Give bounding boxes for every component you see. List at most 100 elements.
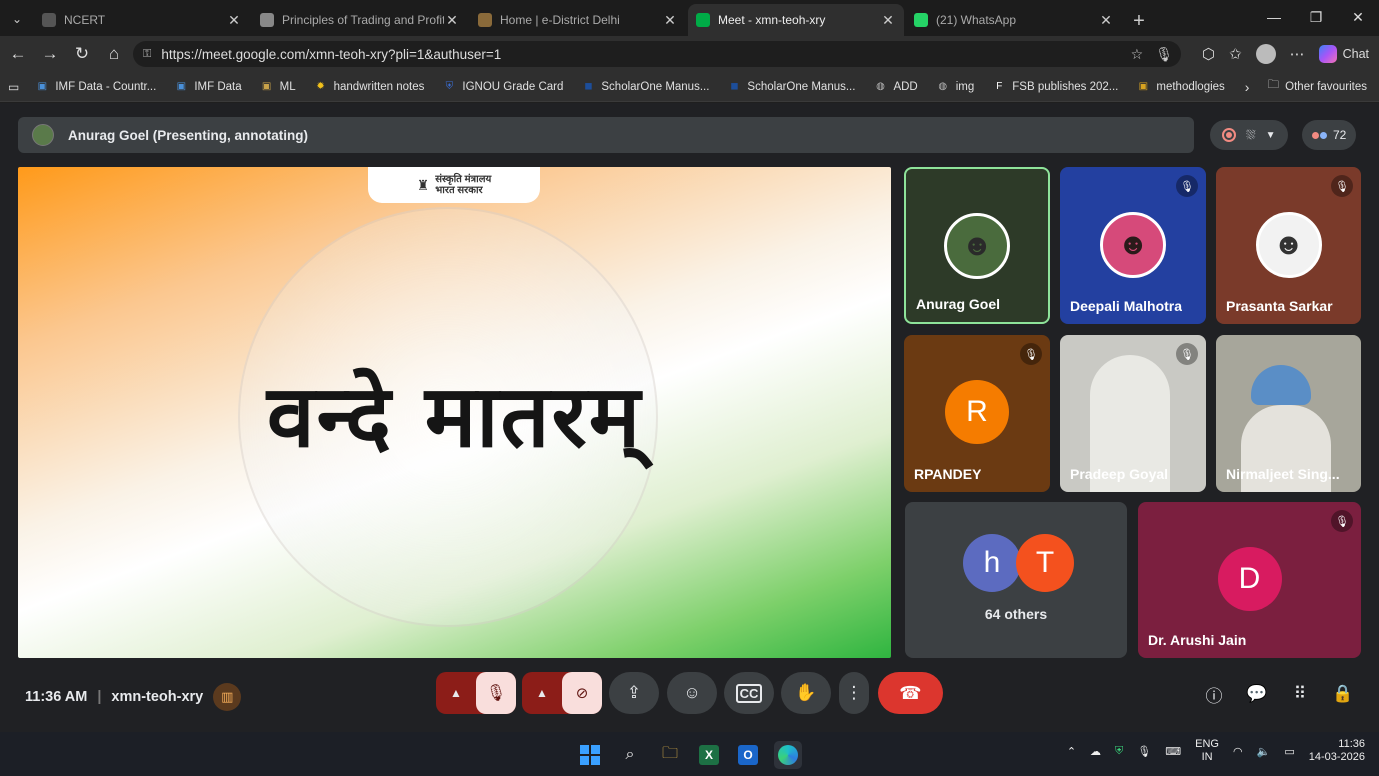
no-captions-icon[interactable]: ⛆: [1246, 128, 1256, 143]
microphone-icon[interactable]: 🎙: [1137, 745, 1151, 758]
close-tab-icon[interactable]: ✕: [662, 12, 678, 29]
muted-mic-icon: 🎙: [1331, 175, 1353, 197]
captions-button[interactable]: CC: [724, 672, 774, 714]
dropdown-chevron-icon[interactable]: ▼: [1266, 130, 1276, 141]
participant-tile[interactable]: 🎙 Pradeep Goyal: [1060, 335, 1206, 492]
raise-hand-button[interactable]: ✋: [781, 672, 831, 714]
participant-tile[interactable]: 🎙 ☻ Deepali Malhotra: [1060, 167, 1206, 324]
keyboard-icon[interactable]: ⌨: [1165, 745, 1181, 758]
leave-call-button[interactable]: ☎: [878, 672, 943, 714]
bookmark-item[interactable]: ▣ IMF Data - Countr...: [35, 80, 157, 94]
copilot-chat-button[interactable]: Chat: [1318, 45, 1369, 63]
reactions-button[interactable]: ☺: [667, 672, 717, 714]
close-tab-icon[interactable]: ✕: [444, 12, 460, 29]
edge-browser-icon[interactable]: [774, 741, 802, 769]
home-icon[interactable]: ⌂: [98, 38, 130, 70]
more-menu-icon[interactable]: ⋯: [1290, 45, 1305, 63]
profile-avatar[interactable]: [1255, 44, 1276, 64]
more-options-button[interactable]: ⋮: [839, 672, 869, 714]
tab-title: (21) WhatsApp: [936, 13, 1017, 27]
collections-icon[interactable]: ▭: [8, 80, 19, 94]
meeting-info-icon[interactable]: ⓘ: [1201, 681, 1227, 707]
activities-icon[interactable]: ⠿: [1287, 681, 1313, 707]
url-text: https://meet.google.com/xmn-teoh-xry?pli…: [161, 46, 502, 62]
bookmark-item[interactable]: ◼ ScholarOne Manus...: [581, 80, 709, 94]
present-screen-button[interactable]: ⇪: [609, 672, 659, 714]
browser-tab[interactable]: NCERT ✕: [34, 4, 250, 36]
site-info-icon[interactable]: ⚿: [143, 48, 151, 61]
participant-tile[interactable]: 🎙 D Dr. Arushi Jain: [1138, 502, 1361, 658]
people-count-button[interactable]: 72: [1302, 120, 1357, 150]
outlook-icon[interactable]: O: [734, 741, 762, 769]
camera-off-button[interactable]: ⊘: [562, 672, 602, 714]
participant-name: Pradeep Goyal: [1070, 466, 1169, 482]
system-tray: ⌃ ☁ ⛨ 🎙 ⌨ ENG IN ◠ 🔈 ▭ 11:36 14-03-2026: [1067, 738, 1365, 764]
globe-icon: ◍: [876, 81, 885, 92]
bookmark-item[interactable]: ✹ handwritten notes: [314, 80, 424, 94]
bookmark-item[interactable]: F FSB publishes 202...: [992, 80, 1118, 94]
windows-start-icon[interactable]: [576, 741, 604, 769]
battery-icon[interactable]: ▭: [1284, 745, 1294, 758]
close-tab-icon[interactable]: ✕: [226, 12, 242, 29]
mic-off-button[interactable]: 🎙: [476, 672, 516, 714]
language-indicator[interactable]: ENG IN: [1195, 738, 1219, 764]
wifi-icon[interactable]: ◠: [1233, 745, 1243, 758]
muted-mic-icon: 🎙: [1020, 343, 1042, 365]
bookmark-item[interactable]: ▣ IMF Data: [174, 80, 242, 94]
chat-icon[interactable]: 💬: [1244, 681, 1270, 707]
favourite-star-icon[interactable]: ☆: [1131, 46, 1144, 63]
close-window-icon[interactable]: ✕: [1337, 0, 1379, 34]
bookmark-item[interactable]: ▣ methodlogies: [1136, 80, 1225, 94]
minimize-icon[interactable]: —: [1253, 0, 1295, 34]
back-icon[interactable]: ←: [2, 38, 34, 70]
host-controls-icon[interactable]: ▥: [213, 683, 242, 711]
bookmark-item[interactable]: ◍ ADD: [873, 80, 918, 94]
excel-icon[interactable]: X: [695, 741, 723, 769]
browser-tab[interactable]: Meet - xmn-teoh-xry ✕: [688, 4, 904, 36]
bookmark-item[interactable]: ◼ ScholarOne Manus...: [727, 80, 855, 94]
muted-mic-icon: 🎙: [1331, 510, 1353, 532]
bookmark-item[interactable]: ◍ img: [936, 80, 974, 94]
security-icon[interactable]: ⛨: [1115, 745, 1123, 758]
participant-tile[interactable]: 🎙 ☻ Prasanta Sarkar: [1216, 167, 1361, 324]
forward-icon[interactable]: →: [34, 38, 66, 70]
close-tab-icon[interactable]: ✕: [880, 12, 896, 29]
tab-favicon-icon: [42, 13, 56, 27]
file-explorer-icon[interactable]: 🗀: [656, 741, 684, 769]
others-avatars: hT: [963, 534, 1074, 592]
camera-options-chevron-icon[interactable]: ▲: [522, 686, 562, 700]
avatar: ☻: [1100, 212, 1166, 278]
bookmark-item[interactable]: ▣ ML: [260, 80, 296, 94]
browser-tab[interactable]: Principles of Trading and Profit an✕: [252, 4, 468, 36]
globe-icon: ◍: [938, 81, 948, 92]
search-icon[interactable]: ⌕: [616, 741, 644, 769]
browser-tab[interactable]: Home | e-District Delhi ✕: [470, 4, 686, 36]
new-tab-button[interactable]: +: [1124, 6, 1154, 36]
participant-tile[interactable]: Nirmaljeet Sing...: [1216, 335, 1361, 492]
onedrive-icon[interactable]: ☁: [1090, 745, 1101, 758]
restore-icon[interactable]: ❐: [1295, 0, 1337, 34]
participant-tile[interactable]: ☻ Anurag Goel: [904, 167, 1050, 324]
volume-icon[interactable]: 🔈: [1257, 745, 1271, 758]
extensions-icon[interactable]: ⬡: [1202, 45, 1215, 63]
browser-tab[interactable]: (21) WhatsApp ✕: [906, 4, 1122, 36]
voice-search-icon[interactable]: 🎙: [1155, 46, 1173, 63]
video-turban: [1251, 365, 1311, 405]
others-tile[interactable]: hT 64 others: [905, 502, 1127, 658]
show-hidden-icons-chevron-icon[interactable]: ⌃: [1067, 745, 1076, 758]
other-favourites-folder[interactable]: 🗀 Other favourites: [1268, 77, 1367, 96]
url-field[interactable]: ⚿ https://meet.google.com/xmn-teoh-xry?p…: [133, 41, 1181, 67]
favourites-icon[interactable]: ✩: [1229, 45, 1242, 63]
copilot-icon: [1318, 45, 1337, 63]
close-tab-icon[interactable]: ✕: [1098, 12, 1114, 29]
record-icon[interactable]: [1222, 128, 1236, 142]
tab-actions-menu-icon[interactable]: ⌄: [0, 2, 34, 36]
reload-icon[interactable]: ↻: [66, 38, 98, 70]
participant-tile[interactable]: 🎙 R RPANDEY: [904, 335, 1050, 492]
host-lock-icon[interactable]: 🔒: [1330, 681, 1356, 707]
bookmark-item[interactable]: ⛨ IGNOU Grade Card: [442, 80, 564, 94]
mic-options-chevron-icon[interactable]: ▲: [436, 686, 476, 700]
clock[interactable]: 11:36 14-03-2026: [1309, 738, 1365, 764]
presentation-slide: ♜ संस्कृति मंत्रालय भारत सरकार वन्दे मात…: [18, 167, 891, 658]
more-bookmarks-chevron-icon[interactable]: ›: [1245, 79, 1250, 95]
